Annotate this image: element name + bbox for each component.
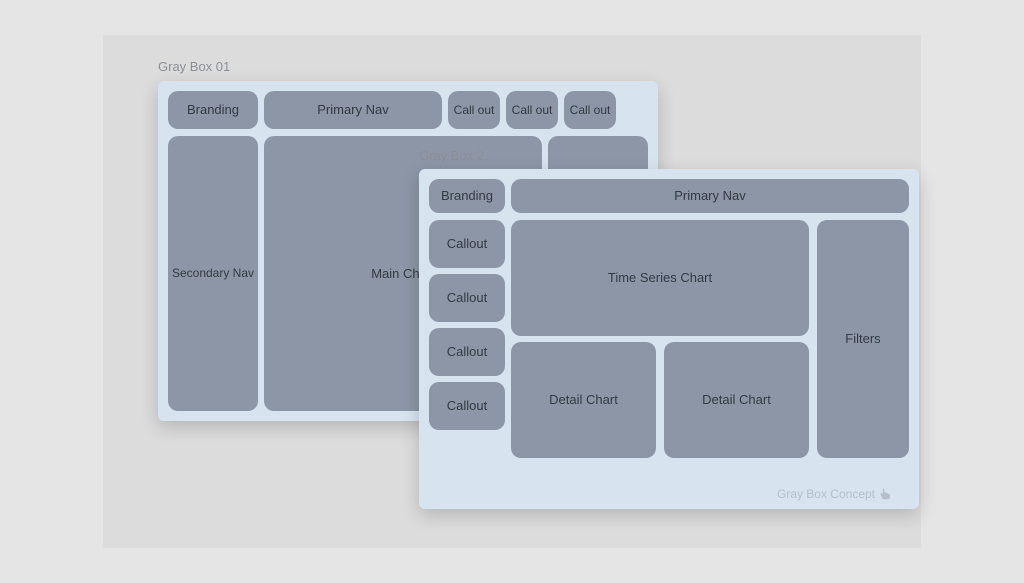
primary-nav-block: Primary Nav — [511, 179, 909, 213]
callout-block: Callout — [429, 274, 505, 322]
callout-block: Call out — [506, 91, 558, 129]
primary-nav-block: Primary Nav — [264, 91, 442, 129]
branding-block: Branding — [168, 91, 258, 129]
detail-chart-block: Detail Chart — [664, 342, 809, 458]
wireframe2-title: Gray Box 2 — [419, 148, 484, 163]
callout-block: Callout — [429, 382, 505, 430]
detail-chart-block: Detail Chart — [511, 342, 656, 458]
wireframe1-title: Gray Box 01 — [158, 59, 230, 74]
callout-block: Callout — [429, 328, 505, 376]
callout-block: Callout — [429, 220, 505, 268]
secondary-nav-block: Secondary Nav — [168, 136, 258, 411]
callout-block: Call out — [564, 91, 616, 129]
wireframe-card-2[interactable]: Branding Primary Nav Callout Callout Cal… — [419, 169, 919, 509]
time-series-chart-block: Time Series Chart — [511, 220, 809, 336]
branding-block: Branding — [429, 179, 505, 213]
hand-cursor-icon — [879, 487, 891, 501]
footer-watermark: Gray Box Concept — [777, 487, 891, 501]
filters-block: Filters — [817, 220, 909, 458]
footer-text: Gray Box Concept — [777, 487, 875, 501]
canvas-stage: Gray Box 01 Branding Primary Nav Call ou… — [103, 35, 921, 548]
callout-block: Call out — [448, 91, 500, 129]
